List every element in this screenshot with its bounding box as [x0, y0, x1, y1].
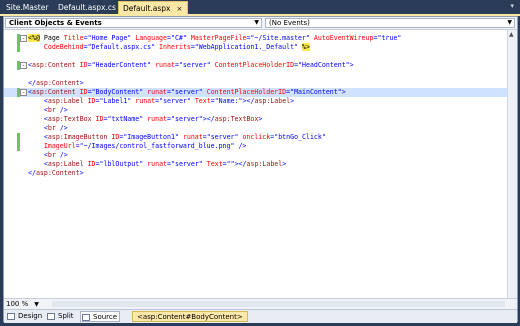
- zoom-bar: 100 % ▼: [4, 298, 517, 309]
- collapse-icon[interactable]: -: [20, 62, 27, 69]
- source-view-button[interactable]: Source: [80, 311, 120, 322]
- event-dropdown[interactable]: (No Events) ▼: [265, 18, 515, 28]
- tab-default-aspx-cs[interactable]: Default.aspx.cs: [54, 1, 118, 14]
- change-marker: [17, 43, 20, 52]
- code-line[interactable]: ImageUrl="~/Images/control_fastforward_b…: [4, 142, 517, 151]
- code-line[interactable]: - <%@ Page Title="Home Page" Language="C#…: [4, 34, 517, 43]
- code-line[interactable]: <asp:Label ID="Label1" runat="server" Te…: [4, 97, 517, 106]
- zoom-level: 100 %: [6, 300, 29, 308]
- code-text: CodeBehind="Default.aspx.cs" Inherits="W…: [39, 43, 310, 51]
- close-icon[interactable]: ×: [177, 5, 183, 13]
- object-dropdown-value: Client Objects & Events: [9, 19, 102, 27]
- code-text: <asp:ImageButton ID="ImageButton1" runat…: [43, 133, 326, 141]
- change-marker: [17, 142, 20, 151]
- chevron-down-icon: ▼: [507, 19, 512, 26]
- tab-default-aspx[interactable]: Default.aspx ×: [118, 1, 188, 14]
- code-line[interactable]: <asp:ImageButton ID="ImageButton1" runat…: [4, 133, 517, 142]
- code-line[interactable]: </asp:Content>: [4, 169, 517, 178]
- tab-label: Default.aspx: [123, 4, 171, 13]
- collapse-icon[interactable]: -: [20, 89, 27, 96]
- code-line[interactable]: <br />: [4, 124, 517, 133]
- code-line[interactable]: [4, 52, 517, 61]
- code-line[interactable]: </asp:Content>: [4, 79, 517, 88]
- split-icon: [47, 313, 55, 320]
- code-line[interactable]: - <asp:Content ID="BodyContent" runat="se…: [4, 88, 517, 97]
- code-line[interactable]: - <asp:Content ID="HeaderContent" runat="…: [4, 61, 517, 70]
- code-text: <asp:Label ID="lblOutput" runat="server"…: [43, 160, 287, 168]
- tab-overflow-icon[interactable]: ▾: [510, 2, 514, 10]
- code-text: <asp:TextBox ID="txtName" runat="server"…: [43, 115, 263, 123]
- code-text: <br />: [43, 151, 68, 159]
- chevron-down-icon: ▼: [34, 301, 39, 308]
- code-line[interactable]: [4, 70, 517, 79]
- navigation-bar: Client Objects & Events ▼ (No Events) ▼: [4, 17, 517, 30]
- split-label: Split: [58, 312, 74, 320]
- chevron-down-icon: ▼: [254, 19, 259, 26]
- tab-label: Default.aspx.cs: [58, 3, 116, 12]
- code-text: <asp:Content ID="HeaderContent" runat="s…: [28, 61, 354, 69]
- split-view-button[interactable]: Split: [46, 311, 78, 322]
- code-text: <br />: [43, 124, 68, 132]
- scroll-up-icon[interactable]: ▲: [509, 31, 514, 38]
- event-dropdown-value: (No Events): [269, 19, 310, 27]
- tab-site-master[interactable]: Site.Master: [2, 1, 50, 14]
- change-marker: [17, 133, 20, 142]
- code-line[interactable]: <br />: [4, 151, 517, 160]
- source-label: Source: [93, 313, 118, 321]
- tag-breadcrumb[interactable]: <asp:Content#BodyContent>: [132, 311, 248, 322]
- source-icon: [82, 314, 90, 321]
- code-text: <asp:Content ID="BodyContent" runat="ser…: [28, 88, 346, 96]
- code-line[interactable]: <br />: [4, 106, 517, 115]
- code-editor[interactable]: - <%@ Page Title="Home Page" Language="C#…: [4, 30, 517, 308]
- code-line[interactable]: <asp:Label ID="lblOutput" runat="server"…: [4, 160, 517, 169]
- code-text: <asp:Label ID="Label1" runat="server" Te…: [43, 97, 295, 105]
- view-switch-bar: Design Split Source <asp:Content#BodyCon…: [4, 309, 517, 323]
- code-line[interactable]: <asp:TextBox ID="txtName" runat="server"…: [4, 115, 517, 124]
- document-tab-bar: Site.Master Default.aspx.cs Default.aspx…: [0, 0, 520, 14]
- collapse-icon[interactable]: -: [20, 35, 27, 42]
- code-text: </asp:Content>: [28, 169, 84, 177]
- code-text: <br />: [43, 106, 68, 114]
- vertical-scrollbar[interactable]: ▲ ▼: [507, 30, 517, 308]
- horizontal-scrollbar[interactable]: [52, 301, 505, 307]
- design-view-button[interactable]: Design: [6, 311, 44, 322]
- code-text: <%@ Page Title="Home Page" Language="C#"…: [28, 34, 402, 42]
- design-label: Design: [18, 312, 43, 320]
- code-text: ImageUrl="~/Images/control_fastforward_b…: [39, 142, 247, 150]
- code-line[interactable]: CodeBehind="Default.aspx.cs" Inherits="W…: [4, 43, 517, 52]
- editor-frame: Client Objects & Events ▼ (No Events) ▼ - <…: [3, 16, 518, 323]
- ide-window: Site.Master Default.aspx.cs Default.aspx…: [0, 0, 520, 326]
- tab-label: Site.Master: [6, 3, 49, 12]
- code-text: </asp:Content>: [28, 79, 84, 87]
- design-icon: [7, 313, 15, 320]
- object-dropdown[interactable]: Client Objects & Events ▼: [5, 18, 262, 28]
